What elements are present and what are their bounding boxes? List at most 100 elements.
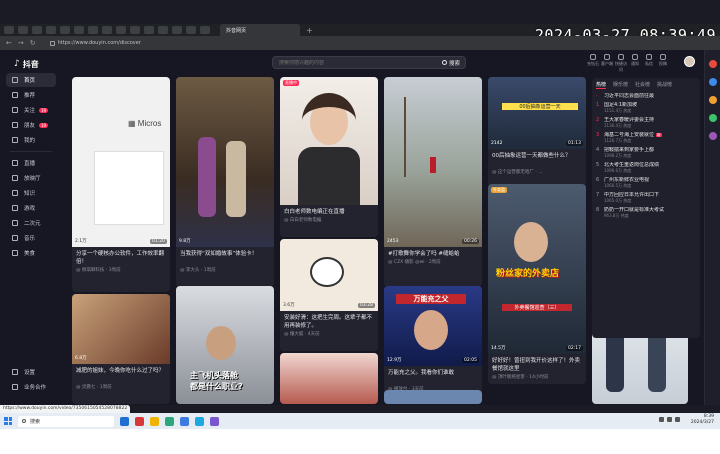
taskbar-app-icon[interactable] bbox=[195, 416, 204, 426]
sidebar-item-follow[interactable]: 关注 19 bbox=[6, 103, 56, 117]
sidebar-item-anime[interactable]: 二次元 bbox=[6, 216, 56, 230]
tray-icon[interactable] bbox=[675, 417, 680, 422]
sidebar-item-settings[interactable]: 设置 bbox=[6, 365, 56, 379]
tab-favicon[interactable] bbox=[144, 26, 154, 34]
taskbar-app-icon[interactable] bbox=[180, 416, 189, 426]
video-card[interactable]: 外卖监 粉丝家的外卖店 外卖餐馆巡查（三） 14.5万 02:17 好好好！曾扭… bbox=[488, 184, 586, 384]
hot-item[interactable]: 8 奶奶一开口就是标准大考试 963.8万 热度 bbox=[596, 207, 696, 219]
sidebar-item-profile[interactable]: 我的 bbox=[6, 133, 56, 147]
taskbar-search[interactable]: 搜索 bbox=[18, 415, 114, 427]
tab-favicon[interactable] bbox=[172, 26, 182, 34]
tab-entertainment[interactable]: 娱乐榜 bbox=[613, 81, 628, 89]
active-tab[interactable]: 抖音网页 bbox=[220, 24, 300, 36]
video-thumbnail: 万能充之父 12.9万 02:05 bbox=[384, 286, 482, 366]
sidebar-item-music[interactable]: 音乐 bbox=[6, 231, 56, 245]
windows-start-icon[interactable] bbox=[4, 417, 12, 425]
tab-favicon[interactable] bbox=[88, 26, 98, 34]
hot-item[interactable]: 3 海基二号海上安装就位新 1126.7万 热度 bbox=[596, 132, 696, 144]
video-title: 当我获得“双如婚故事”体验卡！ bbox=[180, 251, 258, 257]
tab-favicon[interactable] bbox=[116, 26, 126, 34]
top-icon-message[interactable]: 私信 bbox=[642, 54, 656, 73]
tray-icon[interactable] bbox=[659, 417, 664, 422]
tab-favicon[interactable] bbox=[74, 26, 84, 34]
video-author: @ 白白老师数电编 bbox=[284, 218, 322, 223]
video-duration: 03:28 bbox=[358, 303, 375, 308]
video-card[interactable]: 2453 00:26 #打歌舞你学会了吗 #缝蛤蛤 @ CZX 播影 @wl ·… bbox=[384, 77, 482, 287]
new-tab-button[interactable]: + bbox=[306, 26, 313, 35]
hot-item[interactable]: 5 北大考生重返岗位总成绩 1096.6万 热度 bbox=[596, 162, 696, 174]
sidebar-app-icon[interactable] bbox=[708, 132, 717, 140]
tab-favicon[interactable] bbox=[32, 26, 42, 34]
sidebar-item-food[interactable]: 美食 bbox=[6, 246, 56, 260]
tab-favicon[interactable] bbox=[46, 26, 56, 34]
back-icon[interactable]: ← bbox=[6, 39, 12, 47]
tab-challenge[interactable]: 挑战榜 bbox=[657, 81, 672, 89]
tab-society[interactable]: 社会榜 bbox=[635, 81, 650, 89]
hot-item[interactable]: 2 王大家春暖评委会主持 1136.4万 热度 bbox=[596, 117, 696, 129]
tab-favicon[interactable] bbox=[60, 26, 70, 34]
video-author: @ 李大头 · 1周前 bbox=[180, 268, 216, 273]
sidebar-item-business[interactable]: 业务合作 bbox=[6, 380, 56, 394]
top-icon-diamond[interactable]: 充钻石 bbox=[586, 54, 600, 73]
url-field[interactable]: https://www.douyin.com/discover bbox=[49, 40, 141, 46]
video-card[interactable]: 3.6万 03:28 安装好滑：这把生完周。这辈子都不用再装修了。 @ 懂大狐 … bbox=[280, 239, 378, 351]
profile-icon bbox=[12, 137, 18, 143]
refresh-icon[interactable]: ↻ bbox=[30, 39, 36, 47]
video-card[interactable] bbox=[280, 353, 378, 404]
video-card[interactable] bbox=[384, 390, 482, 404]
tab-favicon[interactable] bbox=[200, 26, 210, 34]
hot-rank: 6 bbox=[596, 177, 600, 183]
forward-icon[interactable]: → bbox=[18, 39, 24, 47]
search-button-label: 搜索 bbox=[448, 60, 460, 67]
top-icon-shortcut[interactable]: 快捷访问 bbox=[614, 54, 628, 73]
sidebar-item-game[interactable]: 游戏 bbox=[6, 201, 56, 215]
video-card[interactable]: 主飞机头落舱 都是什么职业? bbox=[176, 286, 274, 404]
sidebar-item-knowledge[interactable]: 知识 bbox=[6, 186, 56, 200]
hot-item[interactable]: 7 中方回应日本允许出口下 1065.0万 热度 bbox=[596, 192, 696, 204]
sidebar-item-cinema[interactable]: 放映厅 bbox=[6, 171, 56, 185]
tab-favicon[interactable] bbox=[130, 26, 140, 34]
search-input[interactable] bbox=[273, 59, 442, 66]
douyin-logo[interactable]: ♪ 抖音 bbox=[0, 50, 62, 72]
sidebar-app-icon[interactable] bbox=[708, 78, 717, 86]
video-card[interactable]: 直播中 白白老师数电编正在直播 @ 白白老师数电编 bbox=[280, 77, 378, 237]
sidebar-app-icon[interactable] bbox=[708, 96, 717, 104]
tab-favicon[interactable] bbox=[186, 26, 196, 34]
hot-item[interactable]: · 习近平同志会面前往最 bbox=[596, 93, 696, 99]
message-icon bbox=[646, 54, 652, 60]
search-button[interactable]: 搜索 bbox=[441, 59, 465, 67]
hot-item[interactable]: 6 广州东新鲜农业电视 1066.5万 热度 bbox=[596, 177, 696, 189]
tab-hot[interactable]: 热榜 bbox=[596, 81, 607, 89]
sidebar-item-recommend[interactable]: 推荐 bbox=[6, 88, 56, 102]
hot-item[interactable]: 1 国足4:1新加坡 1151.4万 热度 bbox=[596, 102, 696, 114]
sidebar-app-icon[interactable] bbox=[708, 114, 717, 122]
top-icon-notify[interactable]: 通知 bbox=[628, 54, 642, 73]
taskbar-app-icon[interactable] bbox=[150, 416, 159, 426]
sidebar-item-home[interactable]: 首页 bbox=[6, 73, 56, 87]
top-toolbar: 充钻石 客户端 快捷访问 通知 私信 投稿 bbox=[586, 54, 670, 73]
tab-favicon[interactable] bbox=[18, 26, 28, 34]
video-card[interactable]: 6.8万 减肥的姐妹，今晚你吃什么过了吗？ @ 灵震七 · 1周前 bbox=[72, 294, 170, 404]
taskbar-clock[interactable]: 8:39 2024/3/27 bbox=[691, 414, 714, 426]
home-icon bbox=[12, 77, 18, 83]
taskbar-app-icon[interactable] bbox=[135, 416, 144, 426]
sidebar-app-icon[interactable] bbox=[708, 60, 717, 68]
sidebar-item-live[interactable]: 直播 bbox=[6, 156, 56, 170]
taskbar-app-icon[interactable] bbox=[120, 416, 129, 426]
sidebar-item-label: 业务合作 bbox=[24, 385, 47, 391]
taskbar-app-icon[interactable] bbox=[210, 416, 219, 426]
avatar[interactable] bbox=[684, 56, 695, 67]
tab-favicon[interactable] bbox=[158, 26, 168, 34]
video-card[interactable]: ▦ Micros 2.1万 01:20 分享一个硬核办公软件，工作效率翻倍！ @… bbox=[72, 77, 170, 292]
video-card[interactable]: 万能充之父 12.9万 02:05 万能充之父。我看你们谁敢 @ 播放台 · 3… bbox=[384, 286, 482, 404]
hot-item[interactable]: 4 把鞍揣来到家要手上都 1098.2万 热度 bbox=[596, 147, 696, 159]
video-author: @ 这个运营都无哈厂 · ... bbox=[492, 170, 543, 175]
tab-favicon[interactable] bbox=[4, 26, 14, 34]
top-icon-upload[interactable]: 投稿 bbox=[656, 54, 670, 73]
video-card[interactable]: 9.8万 当我获得“双如婚故事”体验卡！ @ 李大头 · 1周前 bbox=[176, 77, 274, 287]
tray-icon[interactable] bbox=[667, 417, 672, 422]
tab-favicon[interactable] bbox=[102, 26, 112, 34]
taskbar-app-icon[interactable] bbox=[165, 416, 174, 426]
top-icon-client[interactable]: 客户端 bbox=[600, 54, 614, 73]
sidebar-item-friends[interactable]: 朋友 19 bbox=[6, 118, 56, 132]
